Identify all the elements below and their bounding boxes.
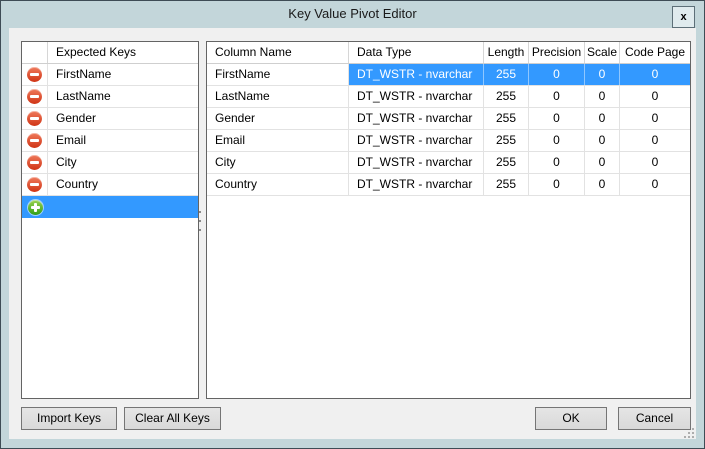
titlebar[interactable]: Key Value Pivot Editor x [1, 1, 704, 28]
add-key-icon[interactable] [27, 199, 43, 215]
scale-cell[interactable]: 0 [585, 174, 620, 195]
expected-key-name-cell[interactable]: Gender [48, 108, 198, 129]
column-header-code-page[interactable]: Code Page [620, 42, 690, 63]
expected-key-name-cell[interactable]: Email [48, 130, 198, 151]
scale-cell[interactable]: 0 [585, 64, 620, 85]
dialog-client-area: Expected Keys FirstName LastName Gender … [9, 28, 696, 439]
remove-key-cell [22, 86, 48, 107]
ok-button[interactable]: OK [535, 407, 607, 430]
resize-grip[interactable] [684, 428, 694, 438]
code-page-cell[interactable]: 0 [620, 174, 690, 195]
column-metadata-header-row: Column Name Data Type Length Precision S… [207, 42, 690, 64]
precision-cell[interactable]: 0 [529, 152, 585, 173]
expected-key-row[interactable]: City [22, 152, 198, 174]
length-cell[interactable]: 255 [484, 130, 529, 151]
add-key-icon-cell [22, 196, 48, 218]
column-metadata-row[interactable]: Email DT_WSTR - nvarchar 255 0 0 0 [207, 130, 690, 152]
expected-key-row[interactable]: Country [22, 174, 198, 196]
remove-key-icon[interactable] [27, 89, 42, 104]
length-cell[interactable]: 255 [484, 174, 529, 195]
column-metadata-row[interactable]: Gender DT_WSTR - nvarchar 255 0 0 0 [207, 108, 690, 130]
scale-cell[interactable]: 0 [585, 108, 620, 129]
length-cell[interactable]: 255 [484, 86, 529, 107]
expected-keys-list: FirstName LastName Gender Email City Cou… [22, 64, 198, 196]
data-type-cell[interactable]: DT_WSTR - nvarchar [349, 86, 484, 107]
column-name-cell[interactable]: FirstName [207, 64, 349, 85]
scale-cell[interactable]: 0 [585, 152, 620, 173]
data-type-cell[interactable]: DT_WSTR - nvarchar [349, 130, 484, 151]
code-page-cell[interactable]: 0 [620, 130, 690, 151]
remove-key-icon[interactable] [27, 133, 42, 148]
expected-key-name-cell[interactable]: FirstName [48, 64, 198, 85]
add-key-row[interactable] [22, 196, 198, 218]
expected-key-name-cell[interactable]: Country [48, 174, 198, 195]
length-cell[interactable]: 255 [484, 108, 529, 129]
column-metadata-row[interactable]: LastName DT_WSTR - nvarchar 255 0 0 0 [207, 86, 690, 108]
precision-cell[interactable]: 0 [529, 108, 585, 129]
column-metadata-grid: Column Name Data Type Length Precision S… [206, 41, 691, 399]
precision-cell[interactable]: 0 [529, 86, 585, 107]
data-type-cell[interactable]: DT_WSTR - nvarchar [349, 152, 484, 173]
expected-key-name-cell[interactable]: City [48, 152, 198, 173]
column-name-cell[interactable]: LastName [207, 86, 349, 107]
column-header-precision[interactable]: Precision [529, 42, 585, 63]
code-page-cell[interactable]: 0 [620, 64, 690, 85]
expected-keys-header-row: Expected Keys [22, 42, 198, 64]
length-cell[interactable]: 255 [484, 64, 529, 85]
expected-key-row[interactable]: Gender [22, 108, 198, 130]
precision-cell[interactable]: 0 [529, 174, 585, 195]
panel-splitter-handle[interactable] [199, 211, 203, 231]
column-name-cell[interactable]: City [207, 152, 349, 173]
column-header-length[interactable]: Length [484, 42, 529, 63]
code-page-cell[interactable]: 0 [620, 152, 690, 173]
scale-cell[interactable]: 0 [585, 130, 620, 151]
remove-key-cell [22, 64, 48, 85]
column-name-cell[interactable]: Country [207, 174, 349, 195]
cancel-button[interactable]: Cancel [618, 407, 691, 430]
close-icon[interactable]: x [672, 6, 695, 28]
remove-key-cell [22, 130, 48, 151]
remove-key-cell [22, 174, 48, 195]
code-page-cell[interactable]: 0 [620, 86, 690, 107]
column-name-cell[interactable]: Email [207, 130, 349, 151]
precision-cell[interactable]: 0 [529, 64, 585, 85]
expected-key-row[interactable]: FirstName [22, 64, 198, 86]
precision-cell[interactable]: 0 [529, 130, 585, 151]
remove-key-cell [22, 152, 48, 173]
data-type-cell[interactable]: DT_WSTR - nvarchar [349, 64, 484, 85]
column-header-scale[interactable]: Scale [585, 42, 620, 63]
scale-cell[interactable]: 0 [585, 86, 620, 107]
expected-keys-column-header: Expected Keys [56, 45, 137, 59]
expected-key-row[interactable]: LastName [22, 86, 198, 108]
new-key-input[interactable] [48, 196, 198, 218]
remove-key-icon[interactable] [27, 67, 42, 82]
remove-key-icon[interactable] [27, 155, 42, 170]
import-keys-button[interactable]: Import Keys [21, 407, 117, 430]
data-type-cell[interactable]: DT_WSTR - nvarchar [349, 174, 484, 195]
remove-key-cell [22, 108, 48, 129]
remove-key-icon[interactable] [27, 111, 42, 126]
column-metadata-row[interactable]: City DT_WSTR - nvarchar 255 0 0 0 [207, 152, 690, 174]
clear-all-keys-button[interactable]: Clear All Keys [124, 407, 221, 430]
key-value-pivot-editor-dialog: Key Value Pivot Editor x Expected Keys F… [0, 0, 705, 449]
column-header-data-type[interactable]: Data Type [349, 42, 484, 63]
column-name-cell[interactable]: Gender [207, 108, 349, 129]
column-header-column-name[interactable]: Column Name [207, 42, 349, 63]
expected-key-row[interactable]: Email [22, 130, 198, 152]
expected-keys-grid: Expected Keys FirstName LastName Gender … [21, 41, 199, 399]
data-type-cell[interactable]: DT_WSTR - nvarchar [349, 108, 484, 129]
column-metadata-row[interactable]: Country DT_WSTR - nvarchar 255 0 0 0 [207, 174, 690, 196]
column-metadata-rows: FirstName DT_WSTR - nvarchar 255 0 0 0 L… [207, 64, 690, 196]
code-page-cell[interactable]: 0 [620, 108, 690, 129]
length-cell[interactable]: 255 [484, 152, 529, 173]
remove-key-icon[interactable] [27, 177, 42, 192]
expected-key-name-cell[interactable]: LastName [48, 86, 198, 107]
dialog-title: Key Value Pivot Editor [288, 6, 417, 21]
column-metadata-row[interactable]: FirstName DT_WSTR - nvarchar 255 0 0 0 [207, 64, 690, 86]
expected-keys-icon-column-header [22, 42, 48, 63]
